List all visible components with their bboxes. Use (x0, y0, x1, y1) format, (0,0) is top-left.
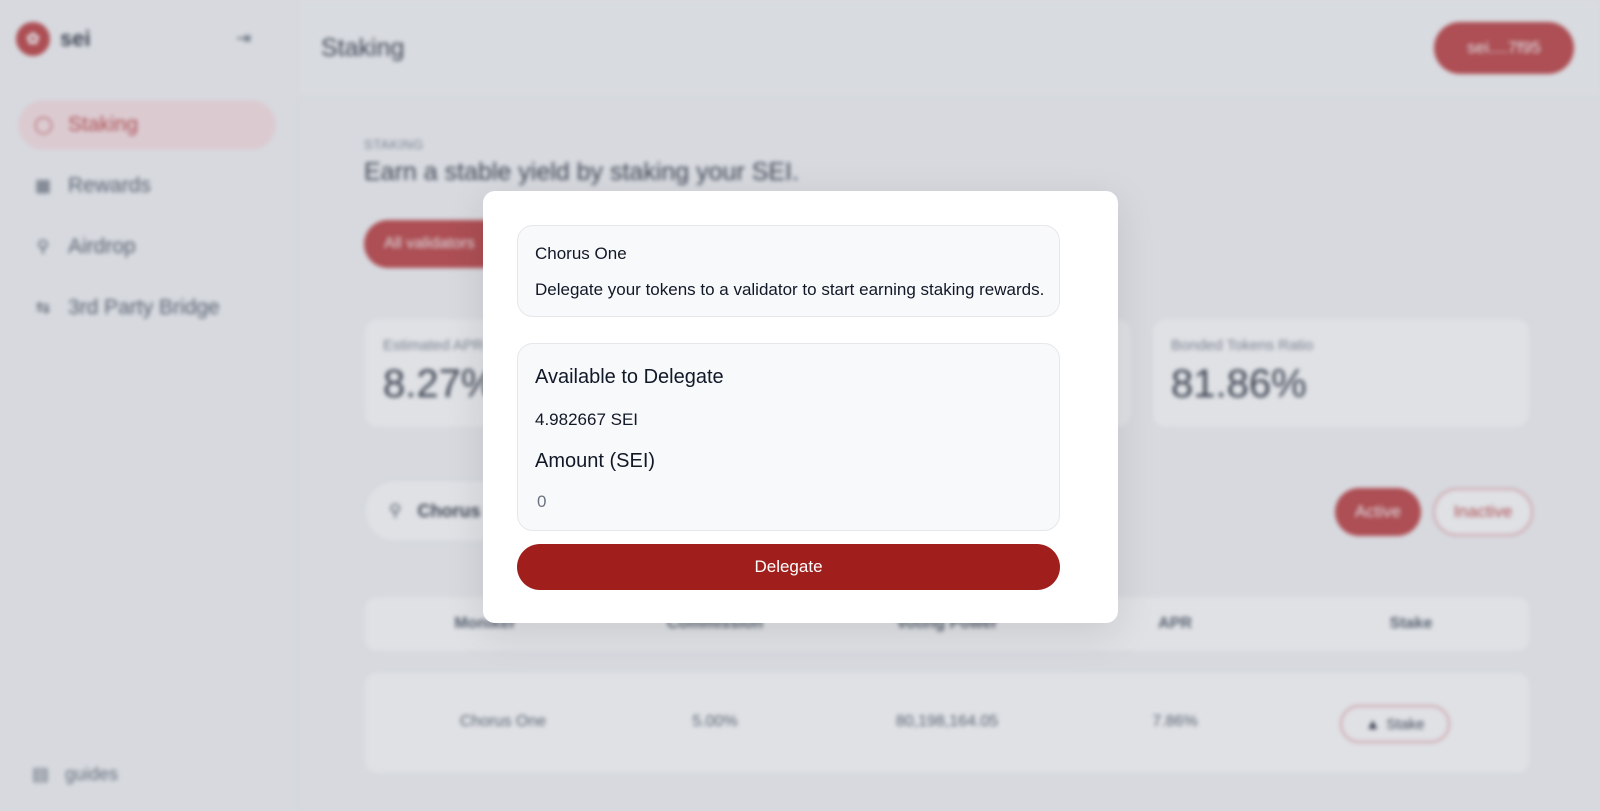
amount-label: Amount (SEI) (535, 450, 656, 472)
delegate-button[interactable]: Delegate (517, 544, 1060, 590)
amount-input[interactable] (530, 484, 1046, 520)
delegate-info-text: Delegate your tokens to a validator to s… (535, 280, 1045, 299)
delegate-form-card: Available to Delegate 4.982667 SEI Amoun… (517, 343, 1060, 531)
delegate-modal: Chorus One Delegate your tokens to a val… (483, 191, 1118, 623)
validator-info-card: Chorus One Delegate your tokens to a val… (517, 225, 1060, 317)
validator-name: Chorus One (535, 244, 627, 263)
available-to-delegate-label: Available to Delegate (535, 366, 724, 388)
available-balance: 4.982667 SEI (535, 410, 639, 429)
